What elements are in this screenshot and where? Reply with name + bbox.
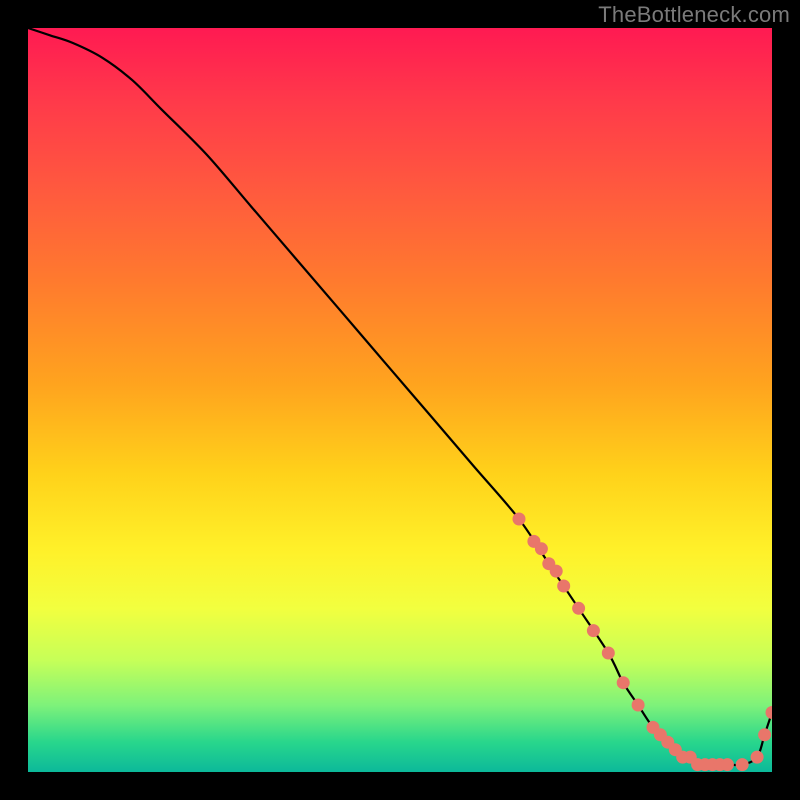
marker-dot <box>587 624 600 637</box>
marker-dot <box>617 676 630 689</box>
marker-dot <box>758 728 771 741</box>
marker-dot <box>766 706 773 719</box>
marker-dot <box>572 602 585 615</box>
marker-dot <box>721 758 734 771</box>
chart-frame: TheBottleneck.com <box>0 0 800 800</box>
bottleneck-curve <box>28 28 772 765</box>
curve-svg <box>28 28 772 772</box>
marker-dot <box>751 751 764 764</box>
plot-area <box>28 28 772 772</box>
marker-dot <box>632 699 645 712</box>
marker-dot <box>736 758 749 771</box>
marker-group <box>513 513 773 772</box>
watermark-text: TheBottleneck.com <box>598 2 790 28</box>
marker-dot <box>513 513 526 526</box>
marker-dot <box>535 542 548 555</box>
marker-dot <box>550 565 563 578</box>
marker-dot <box>557 580 570 593</box>
marker-dot <box>602 647 615 660</box>
